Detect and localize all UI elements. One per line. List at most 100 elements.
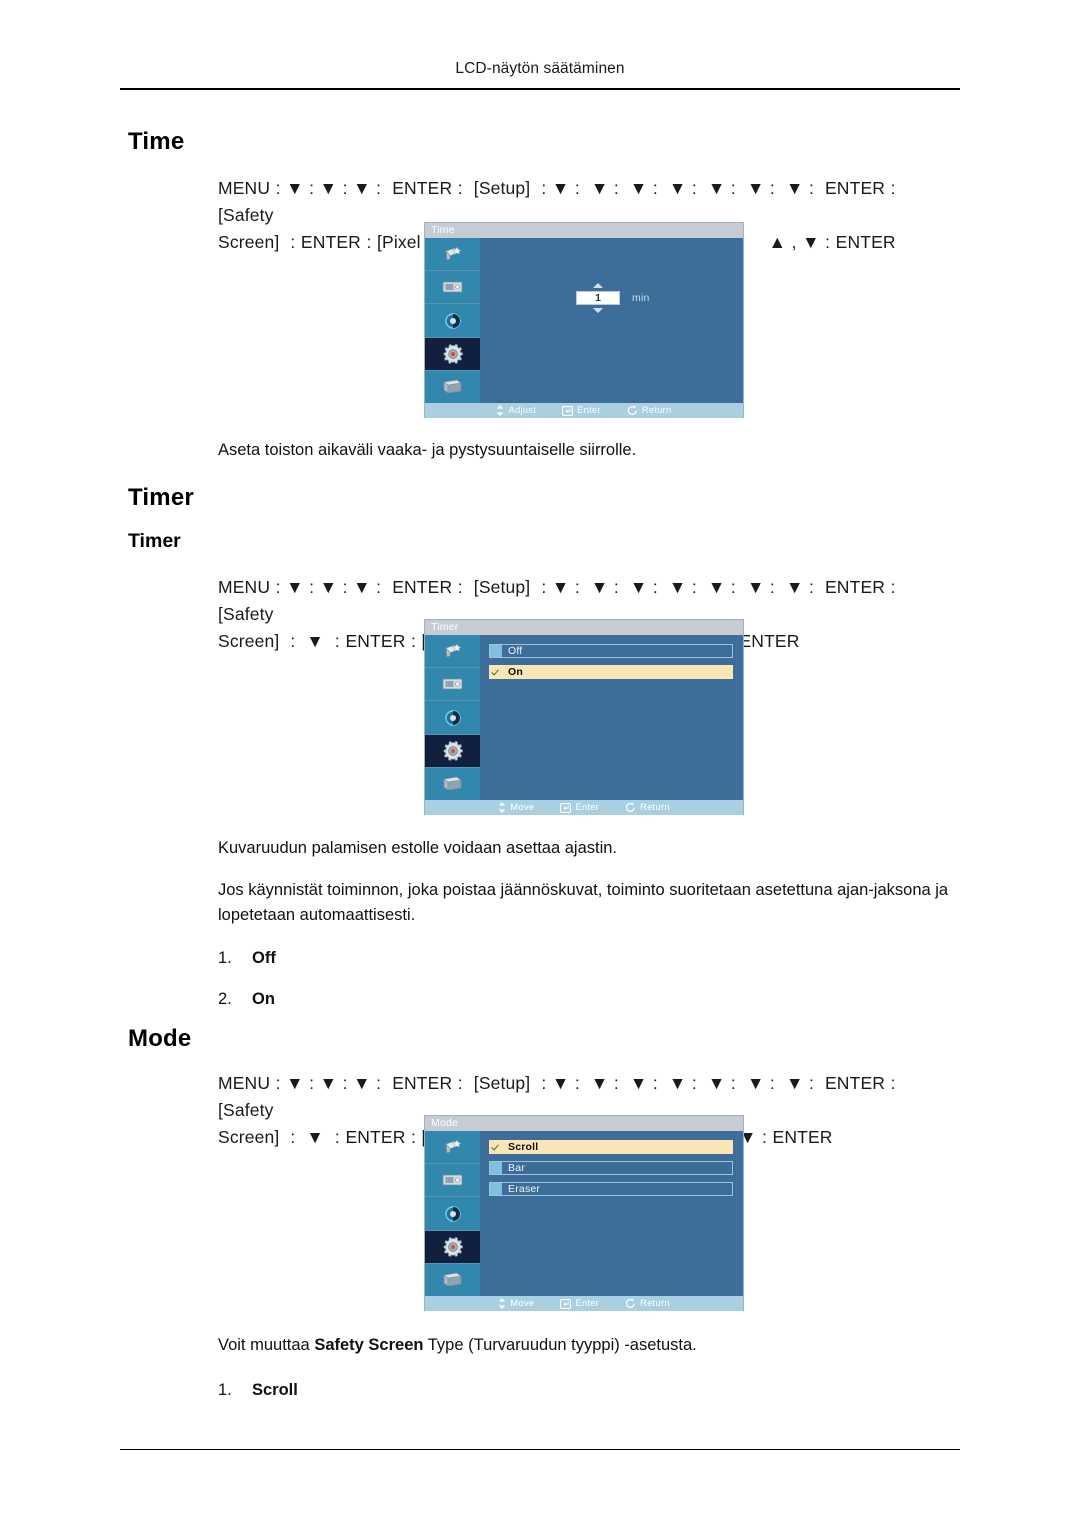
footer-return: Return [625,1298,670,1309]
footer-enter-label: Enter [575,802,600,813]
sound-icon[interactable] [425,304,480,338]
spinner-value[interactable]: 1 [576,291,620,305]
caption-mode-bold: Safety Screen [314,1336,424,1354]
list-item-label: On [252,990,275,1008]
osd-sidebar-timer [425,635,480,801]
screen-icon[interactable] [425,271,480,305]
enter-key-icon [562,405,574,416]
footer-move-label: Move [510,1298,535,1309]
header-rule [120,88,960,90]
multi-control-icon[interactable] [425,767,480,801]
osd-sidebar-mode [425,1131,480,1297]
osd-panel-timer: Timer Off On Move Enter Return [424,619,744,815]
picture-icon[interactable] [425,238,480,272]
footer-return-label: Return [641,405,672,416]
caption-time: Aseta toiston aikaväli vaaka- ja pystysu… [218,441,637,459]
osd-content-time: 1 min [480,238,743,403]
screen-icon[interactable] [425,1164,480,1198]
picture-icon[interactable] [425,1131,480,1165]
footer-enter: Enter [560,802,599,813]
list-item-number: 2. [218,990,232,1008]
list-mode-options: 1. Scroll [218,1370,618,1411]
footer-enter: Enter [562,405,601,416]
list-item: 2. On [218,979,618,1020]
multi-control-icon[interactable] [425,370,480,404]
setup-gear-icon[interactable] [425,337,480,371]
osd-title-mode: Mode [425,1116,743,1131]
footer-return: Return [627,405,672,416]
option-label: Off [508,645,523,657]
screen-icon[interactable] [425,668,480,702]
option-marker-icon [490,645,502,657]
setup-gear-icon[interactable] [425,734,480,768]
option-marker-icon [490,1183,502,1195]
option-label: On [508,666,523,678]
footer-adjust-label: Adjust [508,405,537,416]
updown-arrows-icon [498,802,506,813]
heading-time: Time [128,128,185,155]
option-row-scroll[interactable]: Scroll [489,1140,733,1154]
footer-move-label: Move [510,802,535,813]
option-marker-icon [490,1162,502,1174]
return-arrow-icon [625,1298,635,1308]
document-page: LCD-näytön säätäminen Time MENU : ▼ : ▼ … [0,0,1080,1527]
list-item: 1. Off [218,938,618,979]
checkmark-icon [490,1141,502,1153]
list-item: 1. Scroll [218,1370,618,1411]
caption-mode-prefix: Voit muuttaa [218,1336,315,1354]
spinner-up-arrow-icon[interactable] [593,283,603,288]
osd-panel-time: Time 1 min Adjust Enter Return [424,222,744,418]
footer-move: Move [498,1298,534,1309]
paragraph-timer-1: Kuvaruudun palamisen estolle voidaan ase… [218,839,618,857]
updown-arrows-icon [498,1298,506,1309]
option-row-off[interactable]: Off [489,644,733,658]
osd-footer-mode: Move Enter Return [425,1296,743,1311]
spinner-control[interactable]: 1 [576,283,620,313]
osd-body-timer: Off On [425,635,743,801]
return-arrow-icon [625,802,635,812]
osd-body-time: 1 min [425,238,743,404]
picture-icon[interactable] [425,635,480,669]
heading-mode: Mode [128,1025,192,1052]
spinner-unit-label: min [632,292,650,304]
setup-gear-icon[interactable] [425,1230,480,1264]
osd-title-timer: Timer [425,620,743,635]
footer-rule [120,1449,960,1450]
sound-icon[interactable] [425,701,480,735]
footer-return-label: Return [640,1298,670,1309]
multi-control-icon[interactable] [425,1263,480,1297]
option-row-on[interactable]: On [489,665,733,679]
enter-key-icon [560,1298,572,1309]
sound-icon[interactable] [425,1197,480,1231]
footer-move: Move [498,802,534,813]
option-row-bar[interactable]: Bar [489,1161,733,1175]
footer-return: Return [625,802,670,813]
updown-arrows-icon [497,405,504,416]
spinner-down-arrow-icon[interactable] [593,308,603,313]
option-label: Bar [508,1162,525,1174]
osd-title-time: Time [425,223,743,238]
subheading-timer: Timer [128,530,181,552]
option-label: Eraser [508,1183,541,1195]
option-label: Scroll [508,1141,539,1153]
osd-sidebar-time [425,238,480,404]
caption-mode-suffix: Type (Turvaruudun tyyppi) -asetusta. [423,1336,697,1354]
option-row-eraser[interactable]: Eraser [489,1182,733,1196]
osd-footer-time: Adjust Enter Return [425,403,743,418]
footer-adjust: Adjust [496,405,536,416]
footer-enter: Enter [560,1298,599,1309]
list-timer-options: 1. Off 2. On [218,938,618,1020]
list-item-number: 1. [218,949,232,967]
return-arrow-icon [627,405,637,415]
paragraph-timer-2: Jos käynnistät toiminnon, joka poistaa j… [218,881,949,924]
list-item-label: Scroll [252,1381,298,1399]
heading-timer: Timer [128,484,194,511]
caption-mode: Voit muuttaa Safety Screen Type (Turvaru… [218,1333,960,1358]
checkmark-icon [490,666,502,678]
footer-enter-label: Enter [575,1298,600,1309]
enter-key-icon [560,802,572,813]
list-item-number: 1. [218,1381,232,1399]
time-spinner[interactable]: 1 min [576,283,650,313]
footer-enter-label: Enter [577,405,601,416]
osd-footer-timer: Move Enter Return [425,800,743,815]
